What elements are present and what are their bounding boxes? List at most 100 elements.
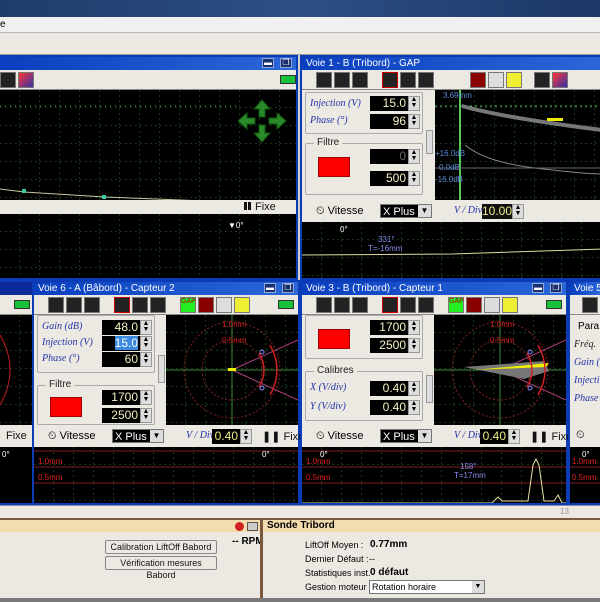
pause-fixe-button[interactable]: ❚❚ Fixe: [530, 430, 572, 443]
minimize-button[interactable]: ▬: [532, 283, 544, 293]
filtre-low-spinner[interactable]: ▲ ▼: [408, 320, 420, 335]
vdiv-spinner[interactable]: ▲ ▼: [240, 429, 252, 444]
vitesse-label: Vitesse: [327, 205, 364, 217]
mode-select[interactable]: X Plus ▼: [112, 429, 164, 443]
bottom-panel: Calibration LiftOff Babord Vérification …: [0, 518, 600, 602]
balance-icon[interactable]: [234, 297, 250, 313]
gap-button[interactable]: GAP: [180, 297, 196, 313]
vdiv-spinner[interactable]: ▲ ▼: [512, 204, 524, 219]
fixe-button[interactable]: Fixe: [6, 430, 27, 442]
phase-spinner[interactable]: ▲ ▼: [140, 352, 152, 367]
wave-icon[interactable]: [418, 297, 434, 313]
restore-button[interactable]: ❐: [282, 283, 294, 293]
x-vdiv-spinner[interactable]: ▲ ▼: [408, 381, 420, 396]
menu-item[interactable]: e: [0, 19, 6, 30]
grid-dots-icon[interactable]: [48, 297, 64, 313]
calibration-liftoff-button[interactable]: Calibration LiftOff Babord: [105, 540, 217, 554]
mode-select[interactable]: X Plus ▼: [380, 204, 432, 218]
zoom-icon[interactable]: [400, 72, 416, 88]
vdiv-field[interactable]: 0.40: [480, 429, 508, 444]
grid-full-icon[interactable]: [352, 72, 368, 88]
filtre-high-spinner[interactable]: ▲ ▼: [140, 408, 152, 423]
phase-spinner[interactable]: ▲ ▼: [408, 114, 420, 129]
minimize-button[interactable]: ▬: [262, 58, 274, 68]
vdiv-field[interactable]: 10.00: [482, 204, 512, 219]
lissajous-icon[interactable]: [0, 72, 16, 88]
record-icon[interactable]: [235, 522, 244, 531]
toolbar: GAP: [34, 295, 298, 315]
vitesse-button[interactable]: ⏲ Vitesse: [316, 205, 364, 218]
cf-icon[interactable]: [114, 297, 130, 313]
vitesse-icon[interactable]: ⏲: [576, 429, 585, 442]
colormap-icon[interactable]: [18, 72, 34, 88]
filter-shape-icon[interactable]: [318, 329, 350, 349]
injection-field[interactable]: 15.0: [370, 96, 408, 111]
phase-field[interactable]: 96: [370, 114, 408, 129]
wave-icon[interactable]: [418, 72, 434, 88]
zoom-icon[interactable]: [400, 297, 416, 313]
filter-shape-icon[interactable]: [318, 157, 350, 177]
balance-icon[interactable]: [506, 72, 522, 88]
restore-button[interactable]: ❐: [550, 283, 562, 293]
gestion-moteur-select[interactable]: Rotation horaire ▼: [369, 580, 485, 594]
scrollbar[interactable]: [426, 130, 433, 154]
filtre-high-field[interactable]: 500: [370, 171, 408, 186]
scrollbar[interactable]: [158, 355, 165, 383]
gain-field[interactable]: 48.0: [102, 320, 140, 335]
tube-icon[interactable]: [216, 297, 232, 313]
tube-icon[interactable]: [488, 72, 504, 88]
grid-cross-icon[interactable]: [66, 297, 82, 313]
display-icon[interactable]: [247, 522, 258, 531]
x-vdiv-field[interactable]: 0.40: [370, 381, 408, 396]
vdiv-spinner[interactable]: ▲ ▼: [508, 429, 520, 444]
grid-dots-icon[interactable]: [582, 297, 598, 313]
restore-button[interactable]: ❐: [280, 58, 292, 68]
filtre-high-spinner[interactable]: ▲ ▼: [408, 338, 420, 353]
y-vdiv-spinner[interactable]: ▲ ▼: [408, 400, 420, 415]
vitesse-button[interactable]: ⏲ Vitesse: [316, 430, 364, 443]
chevron-down-icon: ▼: [418, 430, 431, 442]
phase-icon[interactable]: [466, 297, 482, 313]
filtre-high-field[interactable]: 2500: [370, 338, 408, 353]
grid-dots-icon[interactable]: [316, 297, 332, 313]
balance-icon[interactable]: [502, 297, 518, 313]
injection-field[interactable]: 15.0: [102, 336, 140, 351]
grid-full-icon[interactable]: [352, 297, 368, 313]
colormap-icon[interactable]: [552, 72, 568, 88]
grid-cross-icon[interactable]: [334, 297, 350, 313]
injection-spinner[interactable]: ▲ ▼: [140, 336, 152, 351]
pause-fixe-button[interactable]: Fixe: [244, 200, 276, 214]
filtre-high-spinner[interactable]: ▲ ▼: [408, 171, 420, 186]
y-vdiv-field[interactable]: 0.40: [370, 400, 408, 415]
mode-select[interactable]: X Plus ▼: [380, 429, 432, 443]
filtre-low-spinner[interactable]: ▲ ▼: [140, 390, 152, 405]
grid-full-icon[interactable]: [84, 297, 100, 313]
injection-spinner[interactable]: ▲ ▼: [408, 96, 420, 111]
scrollbar[interactable]: [426, 375, 433, 403]
wave-icon[interactable]: [150, 297, 166, 313]
filtre-high-field[interactable]: 2500: [102, 408, 140, 423]
phase-icon[interactable]: [470, 72, 486, 88]
filtre-low-field[interactable]: 0: [370, 149, 408, 164]
grid-cross-icon[interactable]: [334, 72, 350, 88]
pause-fixe-button[interactable]: ❚❚ Fixe: [262, 430, 304, 443]
lissajous-icon[interactable]: [534, 72, 550, 88]
gap-button[interactable]: GAP: [448, 297, 464, 313]
minimize-button[interactable]: ▬: [264, 283, 276, 293]
tube-icon[interactable]: [484, 297, 500, 313]
grid-dots-icon[interactable]: [316, 72, 332, 88]
vitesse-button[interactable]: ⏲ Vitesse: [48, 430, 96, 443]
phase-icon[interactable]: [198, 297, 214, 313]
verification-mesures-button[interactable]: Vérification mesures Babord: [105, 556, 217, 580]
cf-icon[interactable]: [382, 297, 398, 313]
cf-icon[interactable]: [382, 72, 398, 88]
filtre-low-spinner[interactable]: ▲ ▼: [408, 149, 420, 164]
filtre-low-field[interactable]: 1700: [370, 320, 408, 335]
sonde-title: Sonde Tribord: [267, 520, 335, 531]
gain-spinner[interactable]: ▲ ▼: [140, 320, 152, 335]
phase-field[interactable]: 60: [102, 352, 140, 367]
vdiv-field[interactable]: 0.40: [212, 429, 240, 444]
zoom-icon[interactable]: [132, 297, 148, 313]
filter-shape-icon[interactable]: [50, 397, 82, 417]
filtre-low-field[interactable]: 1700: [102, 390, 140, 405]
